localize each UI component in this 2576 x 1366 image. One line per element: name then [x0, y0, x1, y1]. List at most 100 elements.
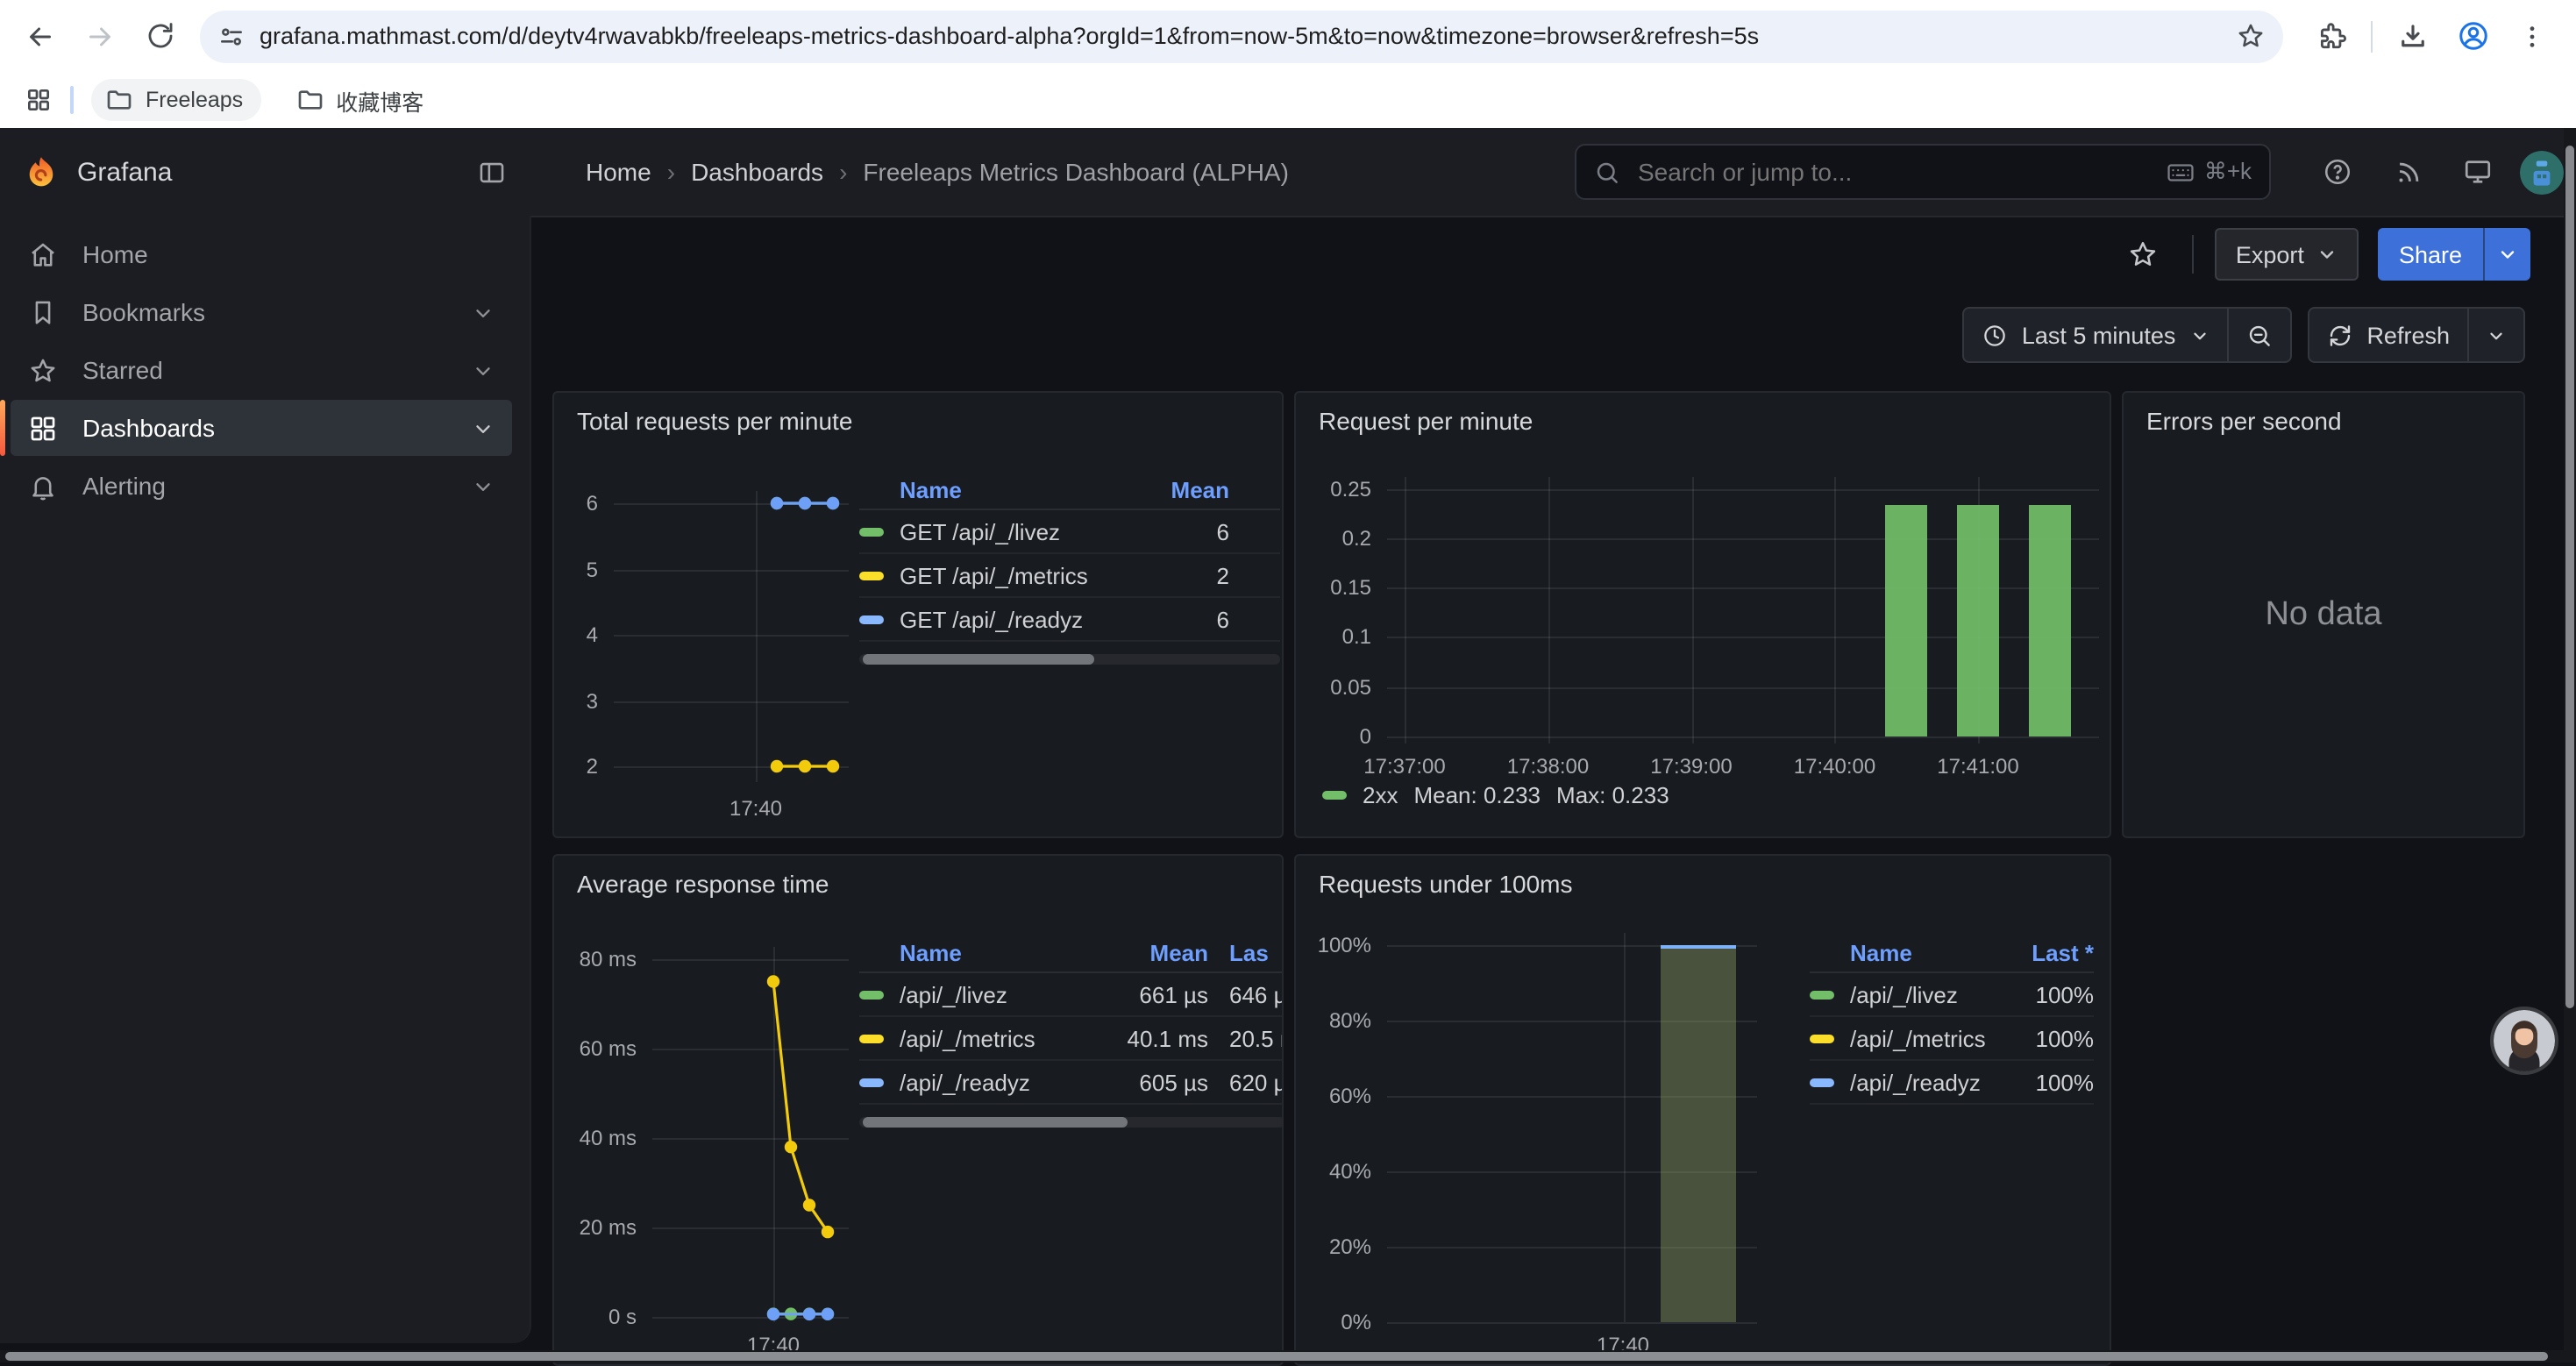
chevron-down-icon: [2316, 244, 2338, 265]
series-swatch: [1810, 1078, 1834, 1086]
chart-request-per-minute: 0.250.20.150.10.05017:37:0017:38:0017:39…: [1387, 477, 2099, 743]
sidebar-item-label: Bookmarks: [82, 298, 205, 326]
chart-requests-under-100ms: 100%80%60%40%20%0%17:40: [1387, 933, 1757, 1322]
menu-kebab-icon[interactable]: [2502, 6, 2562, 66]
kiosk-monitor-icon[interactable]: [2450, 144, 2506, 200]
dock-menu-icon[interactable]: [463, 144, 519, 200]
legend-row[interactable]: GET /api/_/readyz 6: [859, 598, 1280, 642]
breadcrumb-dashboards[interactable]: Dashboards: [691, 158, 823, 186]
series-swatch: [859, 1034, 884, 1042]
floating-user-avatar[interactable]: [2494, 1010, 2555, 1071]
share-button[interactable]: Share: [2378, 228, 2483, 281]
bookmark-label: Freeleaps: [146, 88, 243, 112]
y-axis-tick: 100%: [1318, 932, 1371, 957]
vertical-scrollbar-thumb[interactable]: [2565, 146, 2574, 1008]
sidebar-item-starred[interactable]: Starred: [11, 342, 512, 398]
search-box[interactable]: ⌘+k: [1575, 144, 2271, 200]
legend-row[interactable]: /api/_/readyz 100%: [1810, 1061, 2094, 1105]
sidebar-item-label: Dashboards: [82, 414, 215, 442]
news-rss-icon[interactable]: [2380, 144, 2436, 200]
y-axis-tick: 0.25: [1330, 476, 1371, 501]
legend-row[interactable]: GET /api/_/livez 6: [859, 510, 1280, 554]
series-swatch: [1322, 791, 1347, 800]
legend-row[interactable]: /api/_/metrics 100%: [1810, 1017, 2094, 1061]
legend-row[interactable]: GET /api/_/metrics 2: [859, 554, 1280, 598]
y-axis-tick: 4: [587, 623, 598, 647]
legend-col-name[interactable]: Name: [900, 476, 1124, 502]
legend-series-name: 2xx: [1363, 782, 1398, 808]
panel-title[interactable]: Request per minute: [1319, 407, 1533, 435]
legend-col-mean[interactable]: Mean: [1103, 939, 1208, 965]
sidebar-item-dashboards[interactable]: Dashboards: [11, 400, 512, 456]
legend-col-mean[interactable]: Mean: [1124, 476, 1229, 502]
apps-grid-icon[interactable]: [14, 75, 63, 125]
legend-col-name[interactable]: Name: [1850, 939, 2006, 965]
panel-title[interactable]: Total requests per minute: [577, 407, 852, 435]
refresh-button[interactable]: Refresh: [2309, 309, 2467, 361]
zoom-out-button[interactable]: [2228, 309, 2289, 361]
favorite-star-icon[interactable]: [2115, 226, 2171, 282]
sidebar-item-home[interactable]: Home: [11, 226, 512, 282]
grafana-logo-icon[interactable]: [23, 153, 60, 190]
extensions-icon[interactable]: [2301, 6, 2360, 66]
chart-average-response-time: 80 ms60 ms40 ms20 ms0 s17:40: [652, 947, 849, 1322]
legend-scrollbar[interactable]: [859, 1117, 1284, 1128]
bookmark-folder-blogs[interactable]: 收藏博客: [281, 79, 441, 121]
y-axis-tick: 0.1: [1342, 625, 1371, 650]
chevron-down-icon[interactable]: [472, 416, 495, 439]
horizontal-scrollbar[interactable]: [0, 1350, 2564, 1362]
series-swatch: [859, 1078, 884, 1086]
bookmark-star-icon[interactable]: [2236, 21, 2266, 51]
brand-name[interactable]: Grafana: [77, 157, 463, 187]
reload-icon[interactable]: [130, 6, 189, 66]
back-icon[interactable]: [11, 6, 70, 66]
legend-row[interactable]: /api/_/livez 661 µs 646 µs: [859, 973, 1284, 1017]
sidebar-item-alerting[interactable]: Alerting: [11, 458, 512, 514]
y-axis-tick: 40%: [1329, 1158, 1371, 1183]
share-menu-caret[interactable]: [2483, 228, 2530, 281]
search-input[interactable]: [1634, 156, 2166, 188]
legend-col-last[interactable]: Las: [1229, 939, 1284, 965]
horizontal-scrollbar-thumb[interactable]: [5, 1352, 2548, 1361]
chevron-down-icon: [2189, 325, 2209, 345]
chevron-down-icon[interactable]: [472, 474, 495, 497]
data-point: [767, 975, 779, 987]
x-axis-tick: 17:37:00: [1363, 754, 1445, 779]
breadcrumb-home[interactable]: Home: [586, 158, 651, 186]
url-text[interactable]: grafana.mathmast.com/d/deytv4rwavabkb/fr…: [260, 23, 2229, 49]
bar-2xx: [1885, 505, 1927, 736]
legend-col-name[interactable]: Name: [900, 939, 1103, 965]
chevron-down-icon: [2497, 244, 2518, 265]
legend-header: Name Mean: [859, 470, 1280, 510]
y-axis-tick: 0: [1360, 724, 1371, 749]
downloads-icon[interactable]: [2383, 6, 2443, 66]
legend-scrollbar[interactable]: [859, 654, 1280, 665]
chevron-down-icon[interactable]: [472, 301, 495, 324]
bell-icon: [28, 471, 60, 501]
time-range-picker[interactable]: Last 5 minutes: [1964, 309, 2227, 361]
profile-icon[interactable]: [2443, 6, 2502, 66]
panel-title[interactable]: Average response time: [577, 870, 829, 898]
help-icon[interactable]: [2309, 144, 2366, 200]
legend-row[interactable]: /api/_/metrics 40.1 ms 20.5 ms: [859, 1017, 1284, 1061]
bookmark-folder-freeleaps[interactable]: Freeleaps: [91, 79, 260, 121]
sidebar-item-bookmarks[interactable]: Bookmarks: [11, 284, 512, 340]
forward-icon[interactable]: [70, 6, 130, 66]
legend-row[interactable]: /api/_/readyz 605 µs 620 µs: [859, 1061, 1284, 1105]
breadcrumb-current: Freeleaps Metrics Dashboard (ALPHA): [863, 158, 1289, 186]
legend-header: Name Mean Las: [859, 933, 1284, 973]
panel-title[interactable]: Requests under 100ms: [1319, 870, 1573, 898]
chevron-down-icon: [2487, 325, 2506, 345]
bookmark-label: 收藏博客: [336, 83, 423, 117]
legend-inline[interactable]: 2xx Mean: 0.233 Max: 0.233: [1322, 782, 1669, 808]
panel-request-per-minute: Request per minute 0.250.20.150.10.05017…: [1294, 391, 2111, 838]
legend-col-last[interactable]: Last *: [2006, 939, 2094, 965]
url-bar[interactable]: grafana.mathmast.com/d/deytv4rwavabkb/fr…: [200, 10, 2283, 62]
refresh-interval-caret[interactable]: [2469, 309, 2523, 361]
vertical-scrollbar[interactable]: [2564, 128, 2576, 1362]
site-settings-icon[interactable]: [217, 22, 246, 50]
chevron-down-icon[interactable]: [472, 359, 495, 381]
user-avatar[interactable]: [2520, 150, 2564, 194]
export-button[interactable]: Export: [2215, 228, 2359, 281]
legend-row[interactable]: /api/_/livez 100%: [1810, 973, 2094, 1017]
